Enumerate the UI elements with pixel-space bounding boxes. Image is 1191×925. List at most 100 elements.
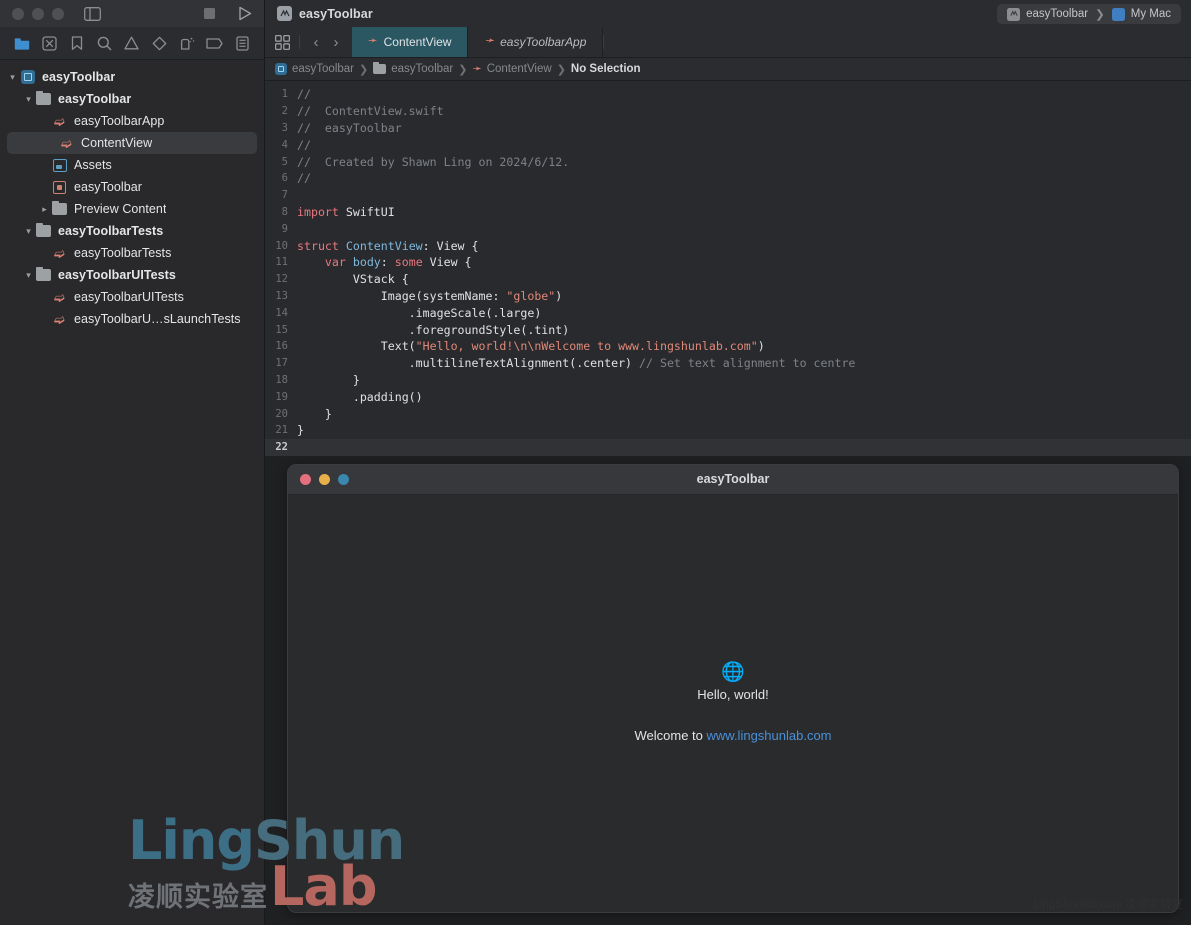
breakpoint-navigator-tab[interactable] — [205, 33, 225, 53]
line-number: 5 — [281, 155, 288, 168]
project-navigator-tree: ▾ easyToolbar ▾ easyToolbar ➫ easyToolbarApp… — [0, 60, 264, 925]
sidebar-item-label: easyToolbarTests — [58, 224, 164, 238]
sidebar-item-easytoolbar[interactable]: ▾ easyToolbar — [0, 66, 264, 88]
sidebar-item-easytoolbartests[interactable]: ▾ easyToolbarTests — [0, 220, 264, 242]
chevron-down-icon[interactable]: ▾ — [22, 270, 35, 281]
forward-arrow-icon[interactable]: › — [327, 34, 345, 51]
code-line-13[interactable]: 13 Image(systemName: "globe") — [265, 288, 1191, 305]
line-number: 3 — [281, 121, 288, 134]
sidebar-item-assets[interactable]: Assets — [0, 154, 264, 176]
line-number: 16 — [275, 340, 288, 353]
welcome-prefix: Welcome to — [634, 728, 707, 744]
source-control-navigator-tab[interactable] — [39, 33, 59, 53]
welcome-url-link[interactable]: www.lingshunlab.com — [707, 728, 832, 743]
code-line-11[interactable]: 11 var body: some View { — [265, 254, 1191, 271]
code-line-16[interactable]: 16 Text("Hello, world!\n\nWelcome to www… — [265, 338, 1191, 355]
breadcrumb-item-1[interactable]: easyToolbar — [373, 62, 453, 75]
code-line-21[interactable]: 21} — [265, 422, 1191, 439]
issue-navigator-tab[interactable] — [122, 33, 142, 53]
sidebar-item-preview-content[interactable]: ▸ Preview Content — [0, 198, 264, 220]
preview-traffic-lights[interactable] — [300, 473, 349, 485]
sidebar-item-easytoolbartests[interactable]: ➫ easyToolbarTests — [0, 242, 264, 264]
close-button[interactable] — [12, 7, 24, 20]
preview-minimize-button[interactable] — [319, 473, 330, 485]
preview-close-button[interactable] — [300, 473, 311, 485]
zoom-button[interactable] — [52, 7, 64, 20]
breadcrumb-item-2[interactable]: ➛ ContentView — [472, 63, 551, 75]
code-editor[interactable]: 1//2// ContentView.swift 3// easyToolbar 4… — [265, 81, 1191, 456]
bookmark-navigator-tab[interactable] — [67, 33, 87, 53]
tab-easytoolbarapp[interactable]: ➛ easyToolbarApp — [468, 27, 604, 57]
sidebar-item-easytoolbar[interactable]: easyToolbar — [0, 176, 264, 198]
code-line-8[interactable]: 8 import SwiftUI — [265, 204, 1191, 221]
sidebar-item-label: ContentView — [81, 136, 153, 150]
welcome-text: Welcome to www.lingshunlab.com — [634, 728, 831, 743]
debug-gauge-icon — [180, 36, 195, 51]
chevron-right-icon[interactable]: ▸ — [38, 204, 51, 215]
breadcrumb-item-0[interactable]: easyToolbar — [275, 63, 354, 75]
sidebar-item-easytoolbar[interactable]: ▾ easyToolbar — [0, 88, 264, 110]
window-title: easyToolbar — [299, 6, 373, 21]
code-line-text: .padding() — [297, 389, 423, 404]
test-navigator-tab[interactable] — [150, 33, 170, 53]
sidebar-item-label: Preview Content — [74, 202, 167, 216]
swift-file-icon: ➫ — [54, 289, 65, 305]
code-line-text: } — [297, 423, 304, 438]
code-line-14[interactable]: 14 .imageScale(.large) — [265, 304, 1191, 321]
code-line-3[interactable]: 3 // easyToolbar — [265, 120, 1191, 137]
code-line-10[interactable]: 10 struct ContentView: View { — [265, 237, 1191, 254]
line-number: 18 — [275, 373, 288, 386]
report-navigator-tab[interactable] — [232, 33, 252, 53]
code-line-6[interactable]: 6 // — [265, 170, 1191, 187]
chevron-down-icon[interactable]: ▾ — [22, 94, 35, 105]
code-line-22[interactable]: 22 — [265, 438, 1191, 456]
minimize-button[interactable] — [32, 7, 44, 20]
tab-label: easyToolbarApp — [500, 35, 587, 49]
code-line-4[interactable]: 4 // — [265, 136, 1191, 153]
line-number: 7 — [281, 189, 288, 202]
chevron-down-icon[interactable]: ▾ — [22, 226, 35, 237]
debug-navigator-tab[interactable] — [177, 33, 197, 53]
scheme-target-label: easyToolbar — [1026, 8, 1089, 20]
breadcrumb-item-3[interactable]: No Selection — [571, 63, 641, 75]
tab-contentview[interactable]: ➛ ContentView — [352, 27, 469, 57]
preview-zoom-button[interactable] — [338, 473, 349, 485]
search-icon — [97, 36, 112, 51]
find-navigator-tab[interactable] — [94, 33, 114, 53]
sidebar-item-easytoolbarapp[interactable]: ➫ easyToolbarApp — [0, 110, 264, 132]
project-navigator-tab[interactable] — [12, 33, 32, 53]
code-line-19[interactable]: 19 .padding() — [265, 388, 1191, 405]
scheme-selector[interactable]: easyToolbar ❯ My Mac — [997, 4, 1181, 24]
code-line-9[interactable]: 9 — [265, 220, 1191, 237]
sidebar-item-contentview[interactable]: ➫ ContentView — [7, 132, 257, 154]
preview-window: easyToolbar 🌐 Hello, world! Welcome to w… — [287, 463, 1179, 913]
editor-options-grid-icon[interactable] — [265, 27, 299, 57]
sidebar-item-easytoolbaruitests[interactable]: ➫ easyToolbarUITests — [0, 286, 264, 308]
code-line-20[interactable]: 20 } — [265, 405, 1191, 422]
code-line-2[interactable]: 2 // ContentView.swift — [265, 103, 1191, 120]
code-line-7[interactable]: 7 — [265, 187, 1191, 204]
code-line-text: .multilineTextAlignment(.center) // Set … — [297, 356, 856, 371]
sidebar-item-easytoolbaru-slaunchtests[interactable]: ➫ easyToolbarU…sLaunchTests — [0, 308, 264, 330]
code-line-12[interactable]: 12 VStack { — [265, 271, 1191, 288]
swift-file-icon: ➫ — [54, 113, 65, 129]
code-line-1[interactable]: 1 // — [265, 86, 1191, 103]
project-title-chip: easyToolbar — [277, 6, 373, 21]
sidebar-item-easytoolbaruitests[interactable]: ▾ easyToolbarUITests — [0, 264, 264, 286]
code-line-17[interactable]: 17 .multilineTextAlignment(.center) // S… — [265, 355, 1191, 372]
sidebar-item-label: easyToolbarUITests — [58, 268, 176, 282]
code-line-18[interactable]: 18 } — [265, 372, 1191, 389]
back-arrow-icon[interactable]: ‹ — [307, 34, 325, 51]
folder-icon — [35, 222, 52, 239]
chevron-down-icon[interactable]: ▾ — [6, 72, 19, 83]
sidebar-toggle-icon[interactable] — [84, 6, 101, 21]
run-button-icon[interactable] — [238, 6, 252, 21]
code-line-5[interactable]: 5 // Created by Shawn Ling on 2024/6/12. — [265, 153, 1191, 170]
code-line-15[interactable]: 15 .foregroundStyle(.tint) — [265, 321, 1191, 338]
source-control-icon — [42, 35, 57, 51]
window-traffic-lights[interactable] — [12, 7, 64, 20]
line-number: 13 — [275, 289, 288, 302]
stop-button-icon[interactable] — [203, 7, 216, 20]
code-line-text: } — [297, 372, 360, 387]
